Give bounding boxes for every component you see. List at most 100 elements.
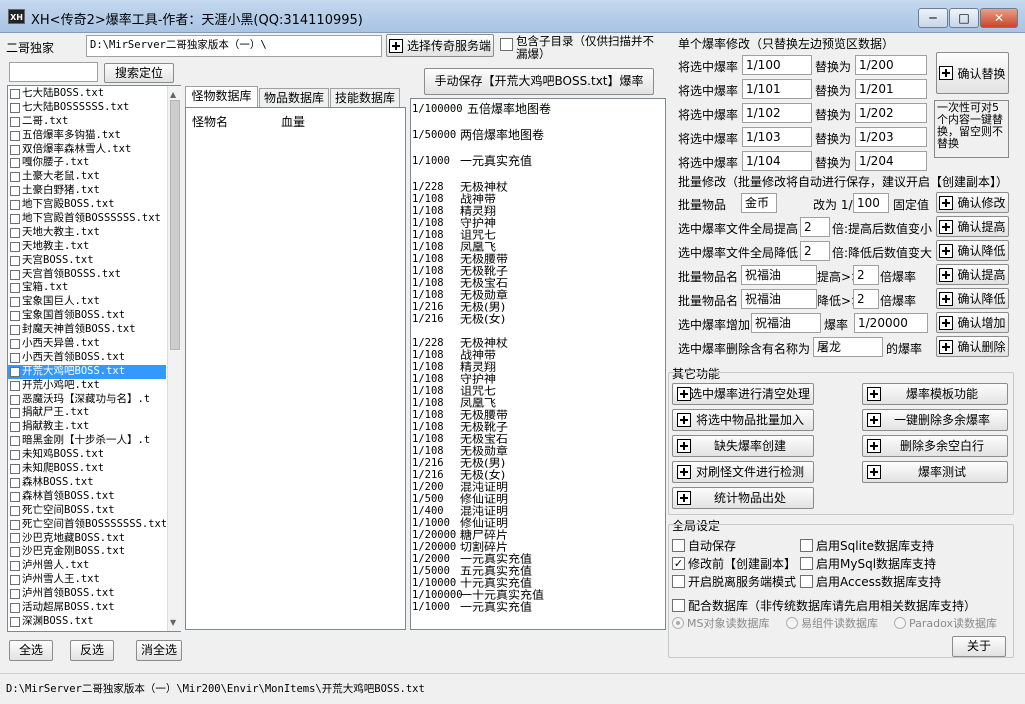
file-list-item[interactable]: 沙巴克地藏BOSS.txt [8, 532, 166, 546]
file-checkbox[interactable] [10, 241, 20, 252]
about-button[interactable]: 关于 [952, 636, 1006, 657]
file-list-item[interactable]: 暗黑金刚【十步杀一人】.t [8, 434, 166, 448]
replace-from-input[interactable]: 1/102 [742, 103, 812, 123]
file-checkbox[interactable] [10, 616, 20, 627]
checkbox[interactable] [800, 557, 813, 570]
file-list-item[interactable]: 七大陆BOSS.txt [8, 87, 166, 101]
file-checkbox[interactable] [10, 130, 20, 141]
other-button[interactable]: 对刷怪文件进行检测 [672, 461, 814, 483]
confirm-replace-button[interactable]: 确认替换 [936, 52, 1009, 94]
file-list-item[interactable]: 宝象国首领BOSS.txt [8, 309, 166, 323]
file-list-item[interactable]: 森林首领BOSS.txt [8, 490, 166, 504]
drop-rate-preview[interactable]: 1/100000 五倍爆率地图卷 1/50000 两倍爆率地图卷 1/1000 一元真实充… [410, 98, 666, 630]
batch-number-input[interactable]: 2 [800, 217, 830, 237]
batch-number-input[interactable]: 2 [800, 241, 830, 261]
file-list-scrollbar[interactable]: ▲ ▼ [167, 86, 181, 631]
file-checkbox[interactable] [10, 519, 20, 530]
close-button[interactable]: ✕ [980, 8, 1018, 28]
search-button[interactable]: 搜索定位 [104, 63, 174, 83]
radio-button[interactable] [786, 617, 798, 629]
replace-to-input[interactable]: 1/202 [855, 103, 927, 123]
global-option-checkbox[interactable]: 启用Access数据库支持 [800, 573, 941, 590]
file-checkbox[interactable] [10, 589, 20, 599]
file-list-item[interactable]: 捐献教主.txt [8, 420, 166, 434]
batch-item-input[interactable]: 祝福油 [741, 265, 817, 285]
file-list-item[interactable]: 天地教主.txt [8, 240, 166, 254]
confirm-raise-all-button[interactable]: 确认提高 [936, 216, 1009, 237]
file-checkbox[interactable] [10, 227, 20, 238]
file-checkbox[interactable] [10, 200, 20, 211]
file-checkbox[interactable] [10, 575, 20, 586]
file-checkbox[interactable] [10, 102, 20, 113]
select-all-button[interactable]: 全选 [9, 640, 53, 661]
replace-to-input[interactable]: 1/201 [855, 79, 927, 99]
checkbox[interactable] [800, 575, 813, 588]
other-button[interactable]: 一键删除多余爆率 [862, 409, 1008, 431]
file-list-item[interactable]: 七大陆BOSSSSSS.txt [8, 101, 166, 115]
batch-item-input[interactable]: 祝福油 [741, 289, 817, 309]
file-checkbox[interactable] [10, 602, 20, 613]
file-checkbox[interactable] [10, 158, 20, 169]
file-checkbox[interactable] [10, 144, 20, 155]
file-list-item[interactable]: 宝象国巨人.txt [8, 295, 166, 309]
batch-item-input[interactable]: 屠龙 [813, 337, 883, 357]
file-list-item[interactable]: 宝箱.txt [8, 281, 166, 295]
file-checkbox[interactable] [10, 311, 20, 322]
file-checkbox[interactable] [10, 283, 20, 294]
file-list-item[interactable]: 土豪白野猪.txt [8, 184, 166, 198]
invert-selection-button[interactable]: 反选 [70, 640, 114, 661]
file-list-item[interactable]: 森林BOSS.txt [8, 476, 166, 490]
checkbox[interactable] [800, 539, 813, 552]
confirm-lower-item-button[interactable]: 确认降低 [936, 288, 1009, 309]
confirm-delete-button[interactable]: 确认删除 [936, 336, 1009, 357]
file-list-item[interactable]: 天宫首领BOSSS.txt [8, 268, 166, 282]
batch-number-input[interactable]: 2 [853, 265, 879, 285]
file-checkbox[interactable] [10, 366, 20, 377]
checkbox[interactable] [672, 575, 685, 588]
file-checkbox[interactable] [10, 450, 20, 461]
file-checkbox[interactable] [10, 477, 20, 488]
file-checkbox[interactable] [10, 408, 20, 419]
batch-number-input[interactable]: 1/20000 [854, 313, 928, 333]
other-button[interactable]: 缺失爆率创建 [672, 435, 814, 457]
batch-number-input[interactable]: 100 [853, 193, 889, 213]
clear-selection-button[interactable]: 消全选 [136, 640, 182, 661]
col-monster-hp[interactable]: 血量 [281, 113, 305, 130]
other-button[interactable]: 删除多余空白行 [862, 435, 1008, 457]
file-list-item[interactable]: 死亡空间BOSS.txt [8, 504, 166, 518]
replace-to-input[interactable]: 1/200 [855, 55, 927, 75]
file-list-item[interactable]: 开荒小鸡吧.txt [8, 379, 166, 393]
file-checkbox[interactable] [10, 491, 20, 502]
file-list-item[interactable]: 二哥.txt [8, 115, 166, 129]
other-button[interactable]: 将选中物品批量加入 [672, 409, 814, 431]
file-checkbox[interactable] [10, 88, 20, 99]
file-list-item[interactable]: 深渊BOSS.txt [8, 615, 166, 629]
server-path-input[interactable]: D:\MirServer二哥独家版本（一）\ [86, 35, 382, 57]
confirm-add-button[interactable]: 确认增加 [936, 312, 1009, 333]
file-list-item[interactable]: 封魔天神首领BOSS.txt [8, 323, 166, 337]
file-checkbox[interactable] [10, 380, 20, 391]
file-list-item[interactable]: 恶魔沃玛【深藏功与名】.t [8, 393, 166, 407]
radio-button[interactable] [672, 617, 684, 629]
tab-item-db[interactable]: 物品数据库 [259, 88, 329, 108]
checkbox[interactable]: ✓ [672, 557, 685, 570]
other-button[interactable]: 选中爆率进行清空处理 [672, 383, 814, 405]
confirm-modify-button[interactable]: 确认修改 [936, 192, 1009, 213]
global-option-checkbox[interactable]: 启用Sqlite数据库支持 [800, 537, 934, 554]
batch-item-input[interactable]: 祝福油 [751, 313, 821, 333]
tab-skill-db[interactable]: 技能数据库 [330, 88, 400, 108]
file-checkbox[interactable] [10, 116, 20, 127]
db-radio[interactable]: Paradox读数据库 [894, 615, 997, 631]
batch-item-input[interactable]: 金币 [741, 193, 777, 213]
file-checkbox[interactable] [10, 422, 20, 433]
replace-from-input[interactable]: 1/101 [742, 79, 812, 99]
file-list-item[interactable]: 未知鸡BOSS.txt [8, 448, 166, 462]
file-list-item[interactable]: 嘎你腰子.txt [8, 156, 166, 170]
batch-number-input[interactable]: 2 [853, 289, 879, 309]
file-list-item[interactable]: 泸州首领BOSS.txt [8, 587, 166, 601]
file-list-item[interactable]: 地下宫殿BOSS.txt [8, 198, 166, 212]
file-list-item[interactable]: 死亡空间首领BOSSSSSSS.txt [8, 518, 166, 532]
file-list-item[interactable]: 沙巴克金刚BOSS.txt [8, 545, 166, 559]
file-list-item[interactable]: 活动超屌BOSS.txt [8, 601, 166, 615]
db-radio[interactable]: 易组件读数据库 [786, 615, 878, 631]
